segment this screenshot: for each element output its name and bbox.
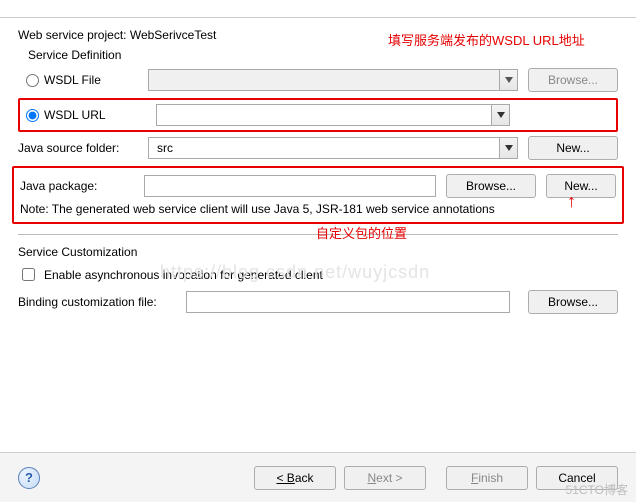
wsdl-url-text: WSDL URL (44, 108, 106, 122)
note-text: Note: The generated web service client w… (20, 202, 616, 216)
top-divider (0, 0, 636, 18)
java-source-value: src (153, 141, 499, 155)
project-value: WebSerivceTest (130, 28, 216, 42)
finish-button: Finish (446, 466, 528, 490)
enable-async-label: Enable asynchronous invocation for gener… (44, 268, 323, 282)
next-button: Next > (344, 466, 426, 490)
service-definition-label: Service Definition (18, 48, 618, 62)
java-package-input[interactable] (144, 175, 436, 197)
java-source-label: Java source folder: (18, 141, 119, 155)
java-source-combo[interactable]: src (148, 137, 518, 159)
wsdl-file-radio[interactable] (26, 74, 39, 87)
annotation-arrow-icon: ↑ (567, 191, 576, 212)
java-package-label: Java package: (20, 179, 97, 193)
chevron-down-icon (499, 70, 517, 90)
enable-async-checkbox-row[interactable]: Enable asynchronous invocation for gener… (18, 265, 618, 284)
wsdl-file-browse-button[interactable]: Browse... (528, 68, 618, 92)
java-package-browse-button[interactable]: Browse... (446, 174, 536, 198)
annotation-package: 自定义包的位置 (316, 223, 407, 242)
back-button[interactable]: < Back (254, 466, 336, 490)
chevron-down-icon[interactable] (491, 105, 509, 125)
java-package-new-button[interactable]: New... (546, 174, 616, 198)
java-source-new-button[interactable]: New... (528, 136, 618, 160)
footer-bar: ? < Back Next > Finish Cancel (0, 452, 636, 502)
service-customization-label: Service Customization (18, 245, 618, 259)
wsdl-file-text: WSDL File (44, 73, 101, 87)
binding-file-label: Binding customization file: (18, 295, 178, 309)
project-label: Web service project: (18, 28, 127, 42)
wsdl-file-combo (148, 69, 518, 91)
binding-file-input[interactable] (186, 291, 510, 313)
wsdl-url-radio-label[interactable]: WSDL URL (26, 108, 156, 122)
wsdl-url-combo[interactable] (156, 104, 510, 126)
cancel-button[interactable]: Cancel (536, 466, 618, 490)
binding-file-browse-button[interactable]: Browse... (528, 290, 618, 314)
help-icon[interactable]: ? (18, 467, 40, 489)
wsdl-url-radio[interactable] (26, 109, 39, 122)
enable-async-checkbox[interactable] (22, 268, 35, 281)
wsdl-file-radio-label[interactable]: WSDL File (18, 73, 148, 87)
chevron-down-icon[interactable] (499, 138, 517, 158)
annotation-wsdl-url: 填写服务端发布的WSDL URL地址 (388, 30, 585, 49)
